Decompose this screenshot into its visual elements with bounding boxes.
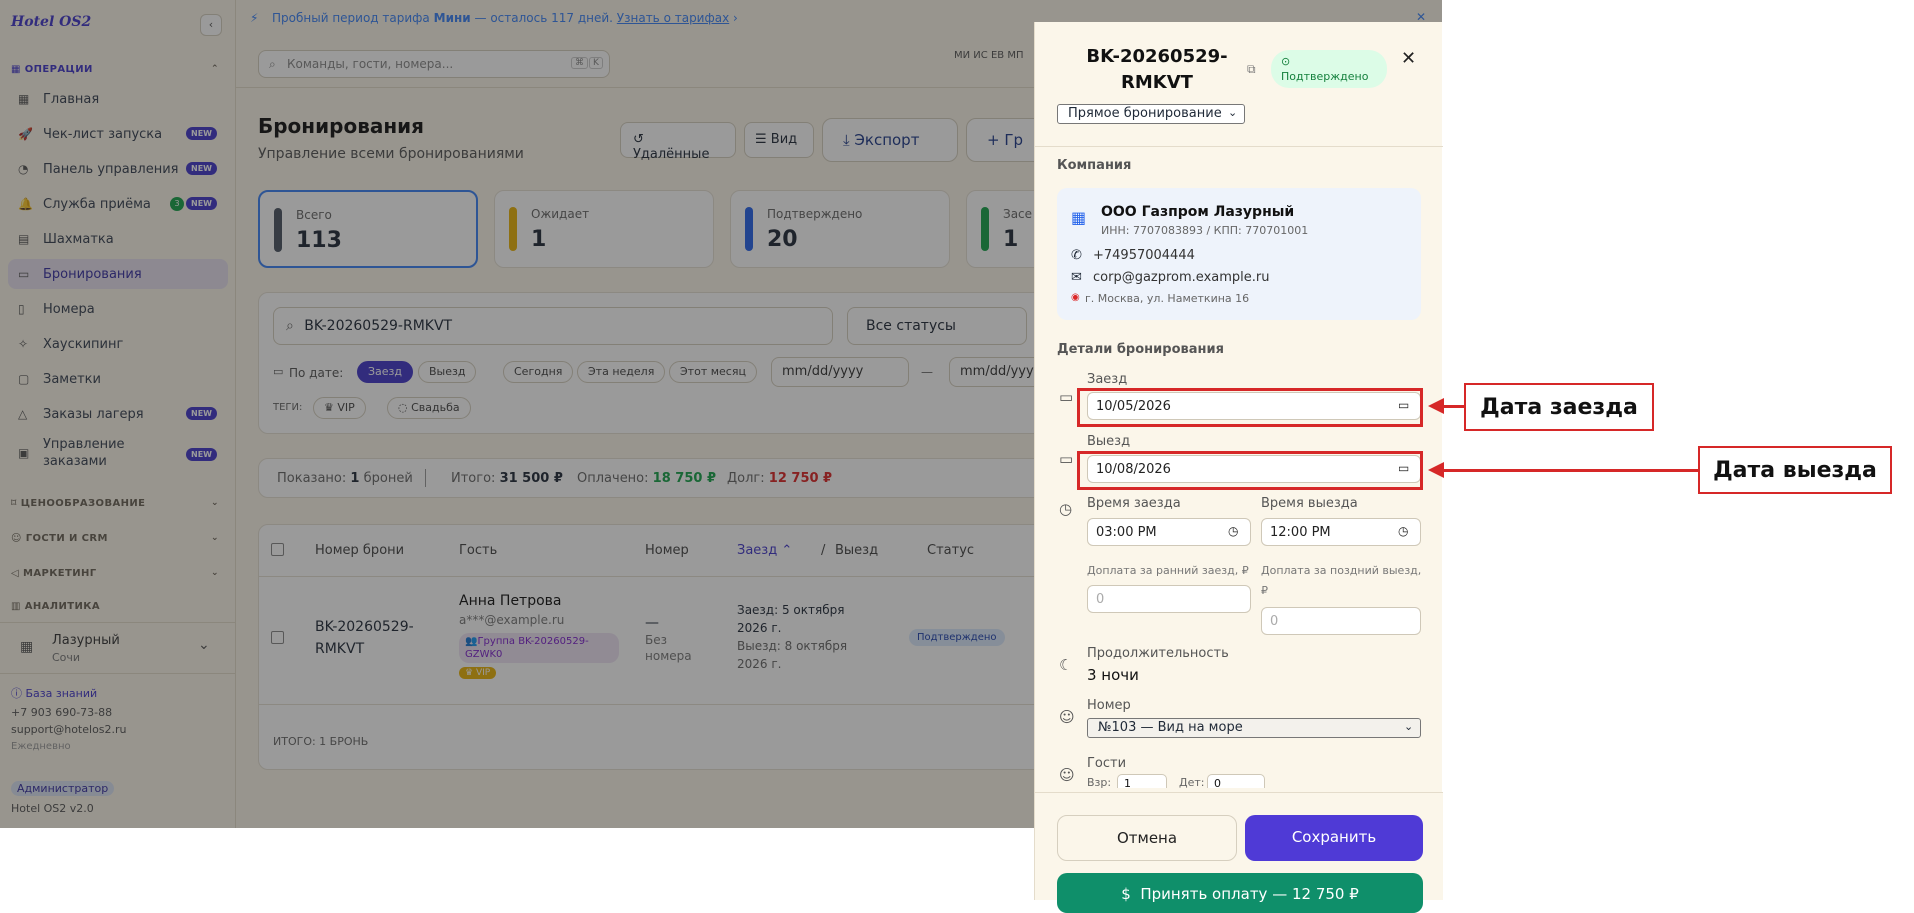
status-badge: ⊙ Подтверждено <box>1271 50 1387 88</box>
users-icon: ☺ <box>1059 766 1075 784</box>
drawer-title: BK-20260529- RMKVT <box>1086 46 1228 93</box>
pin-icon: ◉ <box>1071 292 1080 303</box>
checkin-time-input[interactable]: 03:00 PM ◷ <box>1087 518 1251 546</box>
dollar-icon: $ <box>1121 885 1131 903</box>
annotation-checkout-label: Дата выезда <box>1698 446 1892 494</box>
duration-value: 3 ночи <box>1087 666 1139 684</box>
calendar-icon: ▭ <box>1059 450 1074 468</box>
clock-icon: ◷ <box>1059 500 1073 518</box>
annotation-checkout-frame <box>1077 451 1423 490</box>
annotation-arrow-line <box>1442 405 1464 408</box>
close-drawer-button[interactable]: ✕ <box>1401 48 1416 69</box>
company-card: ▦ ООО Газпром Лазурный ИНН: 7707083893 /… <box>1057 188 1421 320</box>
annotation-checkin-frame <box>1077 388 1423 427</box>
moon-icon: ☾ <box>1059 656 1073 674</box>
adults-input[interactable]: 1 <box>1117 774 1167 788</box>
cancel-button[interactable]: Отмена <box>1057 815 1237 861</box>
calendar-icon: ▭ <box>1059 388 1074 406</box>
drawer-footer: Отмена Сохранить $ Принять оплату — 12 7… <box>1035 792 1443 913</box>
mail-icon: ✉ <box>1071 270 1082 285</box>
details-section-title: Детали бронирования <box>1057 342 1224 357</box>
late-checkout-fee-input[interactable]: 0 <box>1261 607 1421 635</box>
checkout-time-input[interactable]: 12:00 PM ◷ <box>1261 518 1421 546</box>
company-section-title: Компания <box>1057 158 1132 173</box>
divider <box>1035 146 1443 147</box>
phone-icon: ✆ <box>1071 248 1082 263</box>
accept-payment-button[interactable]: $ Принять оплату — 12 750 ₽ <box>1057 873 1423 913</box>
chevron-down-icon: ⌄ <box>1228 106 1238 119</box>
user-icon: ☺ <box>1059 708 1075 726</box>
copy-icon[interactable]: ⧉ <box>1247 62 1256 77</box>
building-icon: ▦ <box>1071 208 1087 227</box>
clock-icon: ◷ <box>1228 524 1239 538</box>
clock-icon: ◷ <box>1398 524 1409 538</box>
annotation-checkin-label: Дата заезда <box>1464 383 1654 431</box>
check-circle-icon: ⊙ <box>1281 55 1291 68</box>
annotation-arrow-line <box>1442 469 1698 472</box>
kids-input[interactable]: 0 <box>1207 774 1265 788</box>
save-button[interactable]: Сохранить <box>1245 815 1423 861</box>
chevron-down-icon: ⌄ <box>1404 720 1414 733</box>
guests-row: Взр: 1 Дет: 0 <box>1087 774 1287 788</box>
early-checkin-fee-input[interactable]: 0 <box>1087 585 1251 613</box>
source-select[interactable]: Прямое бронирование ⌄ <box>1057 104 1245 124</box>
room-select[interactable]: №103 — Вид на море ⌄ <box>1087 718 1421 738</box>
